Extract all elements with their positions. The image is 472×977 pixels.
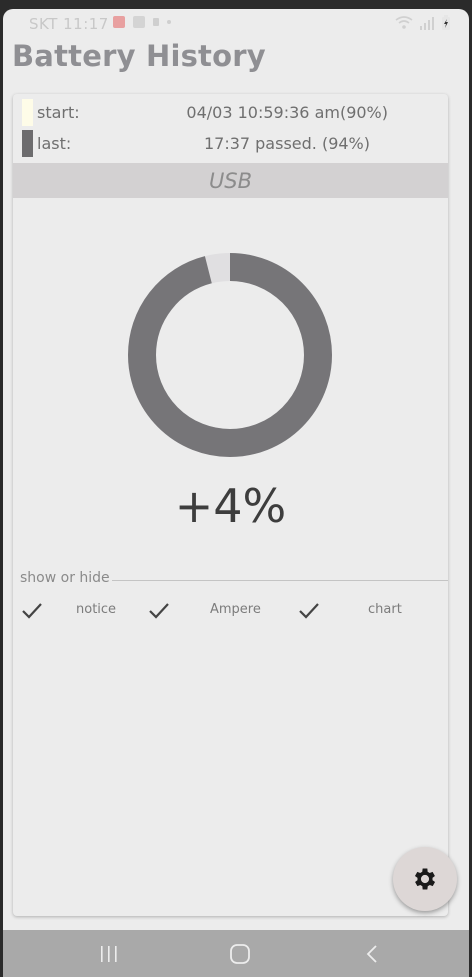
last-row: last: 17:37 passed. (94%) <box>13 128 448 158</box>
settings-button[interactable] <box>393 847 457 911</box>
carrier-time: SKT 11:17 <box>29 15 109 33</box>
start-row: start: 04/03 10:59:36 am(90%) <box>13 97 448 127</box>
toggle-chart-label[interactable]: chart <box>368 602 402 617</box>
last-label: last: <box>37 133 72 153</box>
battery-charging-icon <box>442 15 450 30</box>
last-value: 17:37 passed. (94%) <box>203 133 370 153</box>
percent-change: +4% <box>174 479 287 533</box>
notice-check-icon[interactable] <box>21 602 43 620</box>
system-nav-bar <box>3 930 469 977</box>
back-icon[interactable] <box>365 944 379 964</box>
chart-check-icon[interactable] <box>298 602 320 620</box>
ampere-check-icon[interactable] <box>148 602 170 620</box>
power-source-bar: USB <box>13 163 448 198</box>
section-divider <box>110 580 448 581</box>
status-bar: SKT 11:17 <box>3 9 469 37</box>
gear-icon <box>414 868 436 890</box>
toggle-row: notice Ampere chart <box>13 596 448 626</box>
power-source-label: USB <box>208 168 253 193</box>
home-icon[interactable] <box>229 944 251 964</box>
wifi-icon <box>395 16 413 29</box>
start-value: 04/03 10:59:36 am(90%) <box>186 102 388 122</box>
page-title: Battery History <box>12 39 266 73</box>
clipboard-icon <box>133 16 145 28</box>
gauge-fill <box>128 253 332 457</box>
battery-card: start: 04/03 10:59:36 am(90%) last: 17:3… <box>13 94 448 916</box>
phone-screen: SKT 11:17 Battery History start: 04/03 1… <box>3 9 469 977</box>
section-label: show or hide <box>20 570 112 586</box>
start-label: start: <box>37 102 80 122</box>
signal-icon <box>420 17 434 30</box>
notification-icon <box>153 18 159 26</box>
battery-gauge <box>128 253 332 457</box>
last-swatch <box>22 129 33 157</box>
recent-apps-icon[interactable] <box>99 944 119 964</box>
start-swatch <box>22 98 33 126</box>
gallery-icon <box>113 16 125 28</box>
toggle-ampere-label[interactable]: Ampere <box>210 602 261 617</box>
dot-icon <box>167 20 171 24</box>
toggle-notice-label[interactable]: notice <box>76 602 116 617</box>
